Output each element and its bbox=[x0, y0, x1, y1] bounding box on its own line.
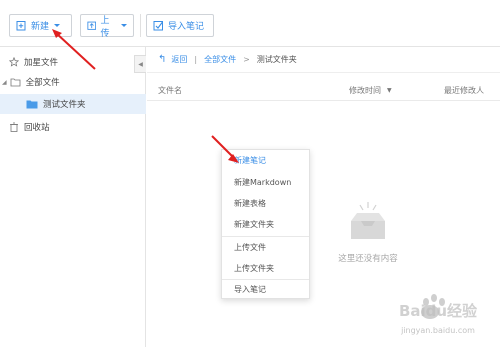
breadcrumb-current: 测试文件夹 bbox=[256, 55, 297, 64]
menu-item-new-folder[interactable]: 新建文件夹 bbox=[222, 214, 309, 235]
upload-button[interactable]: 上传 bbox=[80, 14, 134, 39]
breadcrumb: ↰ 返回 | 全部文件 > 测试文件夹 bbox=[147, 47, 500, 73]
sidebar-collapse-handle[interactable]: ◀ bbox=[134, 55, 146, 73]
trash-icon bbox=[10, 122, 18, 132]
breadcrumb-divider: | bbox=[194, 55, 198, 64]
empty-box-icon bbox=[351, 202, 385, 239]
breadcrumb-all-files[interactable]: 全部文件 bbox=[204, 54, 236, 65]
menu-item-new-note[interactable]: 新建笔记 bbox=[222, 150, 309, 171]
app-window: 新建 上传 导入笔记 加星文件 ◢ 全部文件 测试文件夹 回收站 ◀ ↰ 返回 … bbox=[0, 0, 500, 347]
watermark-brand: Baidu经验 bbox=[398, 302, 478, 320]
collapse-arrow-icon: ◢ bbox=[2, 78, 7, 86]
breadcrumb-back[interactable]: 返回 bbox=[171, 54, 187, 65]
menu-item-new-table[interactable]: 新建表格 bbox=[222, 193, 309, 214]
chevron-down-icon bbox=[121, 24, 127, 27]
new-file-icon bbox=[16, 21, 26, 31]
chevron-down-icon bbox=[54, 24, 61, 27]
watermark-url: jingyan.baidu.com bbox=[401, 326, 475, 335]
sidebar-item-test-folder[interactable]: 测试文件夹 bbox=[0, 94, 146, 114]
toolbar: 新建 上传 导入笔记 bbox=[0, 0, 500, 47]
chevron-right-icon: > bbox=[243, 55, 250, 64]
import-notes-label: 导入笔记 bbox=[168, 22, 205, 32]
sidebar-item-label: 加星文件 bbox=[24, 58, 59, 68]
folder-icon bbox=[26, 100, 38, 109]
empty-state-text: 这里还没有内容 bbox=[338, 254, 398, 264]
sidebar-item-label: 测试文件夹 bbox=[43, 100, 86, 110]
upload-button-label: 上传 bbox=[100, 15, 110, 39]
import-icon bbox=[153, 21, 163, 31]
sidebar-item-label: 全部文件 bbox=[25, 78, 60, 88]
star-icon bbox=[9, 57, 19, 67]
sort-down-icon[interactable]: ▼ bbox=[387, 87, 392, 94]
column-header-modified-time[interactable]: 修改时间 bbox=[349, 85, 381, 96]
sidebar-item-starred[interactable]: 加星文件 bbox=[0, 52, 146, 72]
menu-item-upload-folder[interactable]: 上传文件夹 bbox=[222, 258, 309, 279]
new-button[interactable]: 新建 bbox=[9, 14, 72, 37]
new-button-label: 新建 bbox=[31, 22, 50, 32]
chevron-left-icon: ◀ bbox=[138, 60, 143, 68]
menu-item-upload-file[interactable]: 上传文件 bbox=[222, 237, 309, 258]
sidebar: 加星文件 ◢ 全部文件 测试文件夹 回收站 bbox=[0, 47, 146, 347]
empty-state: 这里还没有内容 bbox=[328, 199, 408, 264]
folder-icon bbox=[10, 78, 21, 87]
toolbar-divider bbox=[140, 14, 141, 37]
sidebar-item-trash[interactable]: 回收站 bbox=[0, 117, 146, 137]
menu-item-import-note[interactable]: 导入笔记 bbox=[222, 279, 309, 300]
sidebar-item-label: 回收站 bbox=[24, 123, 50, 133]
column-header-modifier[interactable]: 最近修改人 bbox=[444, 85, 484, 96]
table-header: 文件名 修改时间 ▼ 最近修改人 bbox=[147, 77, 500, 101]
column-header-name[interactable]: 文件名 bbox=[158, 85, 182, 96]
back-arrow-icon[interactable]: ↰ bbox=[158, 54, 166, 65]
sidebar-item-all-files[interactable]: ◢ 全部文件 bbox=[0, 72, 146, 92]
upload-icon bbox=[87, 21, 97, 30]
baidu-jingyan-watermark: Baidu经验 jingyan.baidu.com bbox=[378, 288, 498, 344]
menu-item-new-markdown[interactable]: 新建Markdown bbox=[222, 172, 309, 193]
import-notes-button[interactable]: 导入笔记 bbox=[146, 14, 214, 37]
new-dropdown-menu: 新建笔记 新建Markdown 新建表格 新建文件夹 上传文件 上传文件夹 导入… bbox=[221, 149, 310, 299]
